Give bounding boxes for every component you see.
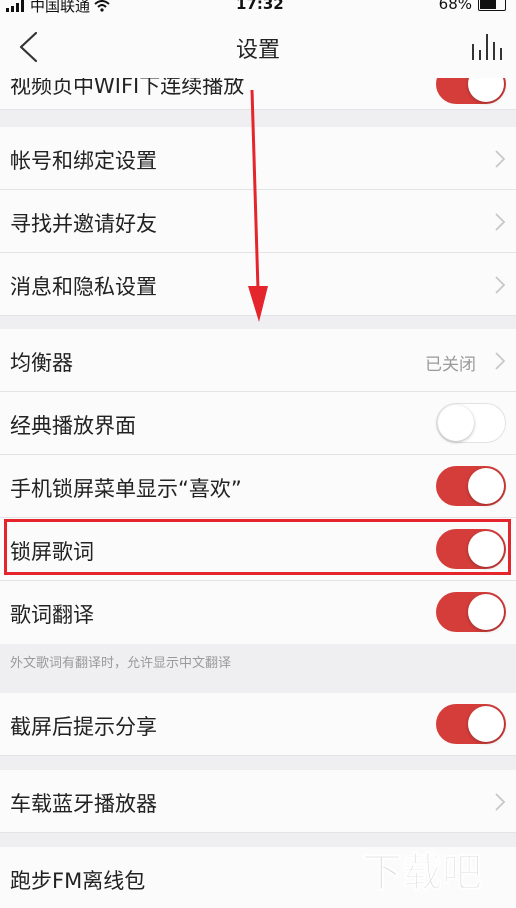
row-lock-like[interactable]: 手机锁屏菜单显示“喜欢”: [0, 455, 516, 518]
chevron-right-icon: [495, 150, 506, 168]
chevron-right-icon: [495, 276, 506, 294]
row-lock-lyrics[interactable]: 锁屏歌词: [0, 518, 516, 581]
chevron-right-icon: [495, 793, 506, 811]
chevron-right-icon: [495, 213, 506, 231]
wifi-play-toggle[interactable]: [436, 78, 506, 104]
watermark-logo: 下载吧: [362, 850, 483, 897]
row-lyric-translate[interactable]: 歌词翻译: [0, 581, 516, 644]
lyric-translate-toggle[interactable]: [436, 592, 506, 632]
row-label: 消息和隐私设置: [10, 275, 157, 299]
row-label: 车载蓝牙播放器: [10, 792, 157, 816]
wifi-icon: [94, 0, 110, 12]
row-label: 截屏后提示分享: [10, 715, 157, 739]
row-label: 帐号和绑定设置: [10, 149, 157, 173]
nav-bar: 设置: [0, 16, 516, 78]
page-title: 设置: [235, 38, 280, 63]
row-label: 锁屏歌词: [10, 540, 94, 564]
svg-text:下载吧: 下载吧: [362, 850, 482, 896]
classic-ui-toggle[interactable]: [436, 403, 506, 443]
status-bar: 中国联通 17:32 68%: [0, 0, 516, 16]
lyric-translate-hint: 外文歌词有翻译时，允许显示中文翻译: [10, 656, 232, 671]
row-label: 经典播放界面: [10, 414, 136, 438]
chevron-right-icon: [495, 352, 506, 370]
chart-icon[interactable]: [470, 30, 504, 64]
lock-lyrics-toggle[interactable]: [436, 529, 506, 569]
row-label: 歌词翻译: [10, 603, 94, 627]
row-car-bluetooth[interactable]: 车载蓝牙播放器: [0, 770, 516, 833]
row-screenshot-share[interactable]: 截屏后提示分享: [0, 693, 516, 756]
battery-icon: [478, 0, 506, 11]
lock-like-toggle[interactable]: [436, 466, 506, 506]
carrier-name: 中国联通: [30, 0, 91, 15]
screenshot-share-toggle[interactable]: [436, 704, 506, 744]
clock: 17:32: [236, 0, 284, 13]
row-label: 手机锁屏菜单显示“喜欢”: [10, 477, 242, 501]
carrier-group: 中国联通: [6, 0, 110, 16]
row-label: 寻找并邀请好友: [10, 212, 157, 236]
row-label: 均衡器: [10, 351, 73, 375]
row-label: 视频页中WIFI下连续播放: [10, 78, 245, 98]
red-arrow-annotation: [248, 90, 268, 322]
row-classic-ui[interactable]: 经典播放界面: [0, 392, 516, 455]
row-equalizer[interactable]: 均衡器 已关闭: [0, 329, 516, 392]
battery-percent: 68%: [438, 0, 472, 13]
row-label: 跑步FM离线包: [10, 869, 146, 893]
status-right: 68%: [439, 0, 506, 13]
equalizer-status: 已关闭: [425, 355, 476, 375]
signal-icon: [6, 0, 24, 12]
